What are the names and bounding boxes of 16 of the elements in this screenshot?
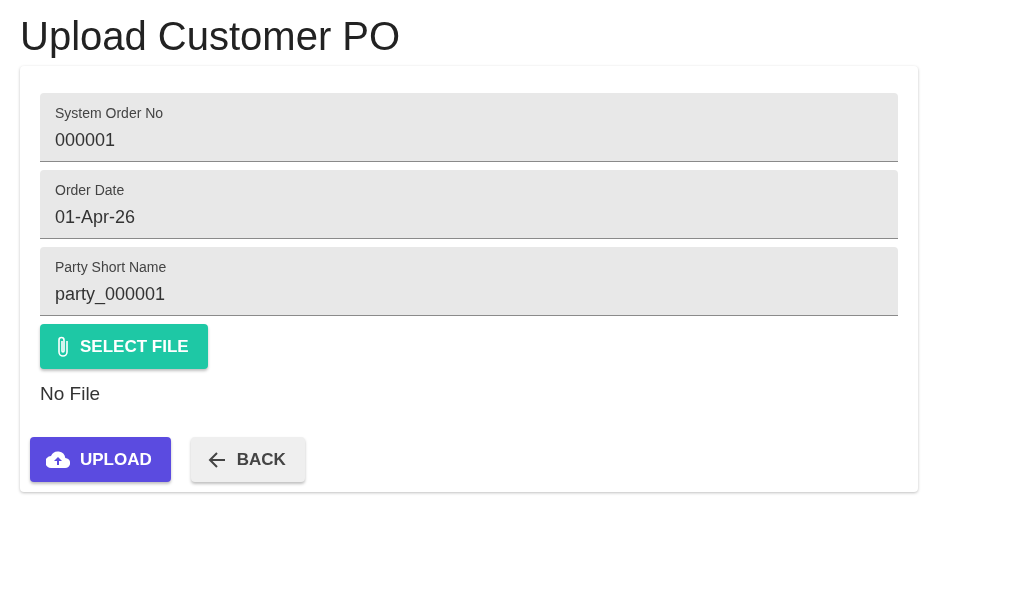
- arrow-left-icon: [206, 449, 227, 470]
- cloud-upload-icon: [46, 450, 70, 469]
- field-input[interactable]: 000001: [55, 130, 883, 151]
- back-button[interactable]: BACK: [190, 437, 305, 482]
- field-label: Party Short Name: [55, 258, 167, 276]
- text-field[interactable]: Party Short Name party_000001: [40, 247, 898, 316]
- text-field[interactable]: System Order No 000001: [40, 93, 898, 162]
- field-label: System Order No: [55, 104, 164, 122]
- text-field[interactable]: Order Date 01-Apr-26: [40, 170, 898, 239]
- field-input[interactable]: party_000001: [55, 284, 883, 305]
- field-label: Order Date: [55, 181, 125, 199]
- page-title: Upload Customer PO: [20, 13, 402, 60]
- file-status: No File: [40, 383, 101, 405]
- paperclip-icon: [56, 334, 70, 359]
- upload-button[interactable]: UPLOAD: [30, 437, 171, 482]
- field-input[interactable]: 01-Apr-26: [55, 207, 883, 228]
